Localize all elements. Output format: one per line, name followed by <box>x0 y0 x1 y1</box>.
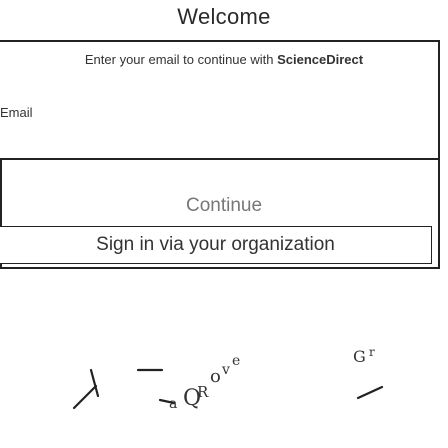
decor-glyph: R <box>197 383 209 401</box>
sign-in-organization-button[interactable]: Sign in via your organization <box>0 226 432 264</box>
decor-glyph: o <box>210 366 221 387</box>
decor-stroke <box>72 384 98 410</box>
decor-glyph: e <box>232 353 240 369</box>
decorative-pattern: Q a R o v e G r <box>72 345 384 412</box>
email-field-label[interactable]: Email <box>0 105 33 120</box>
decor-stroke <box>356 385 384 400</box>
decor-glyph: G <box>353 347 366 366</box>
email-prompt: Enter your email to continue with Scienc… <box>0 52 448 67</box>
brand-name: ScienceDirect <box>277 52 364 67</box>
decor-glyph: a <box>169 396 177 412</box>
decor-stroke <box>89 368 100 398</box>
continue-button[interactable]: Continue <box>0 195 448 217</box>
decor-glyph: r <box>369 345 375 359</box>
decor-glyph: v <box>221 362 230 378</box>
email-prompt-text: Enter your email to continue with <box>84 52 278 67</box>
page-title: Welcome <box>177 4 271 29</box>
